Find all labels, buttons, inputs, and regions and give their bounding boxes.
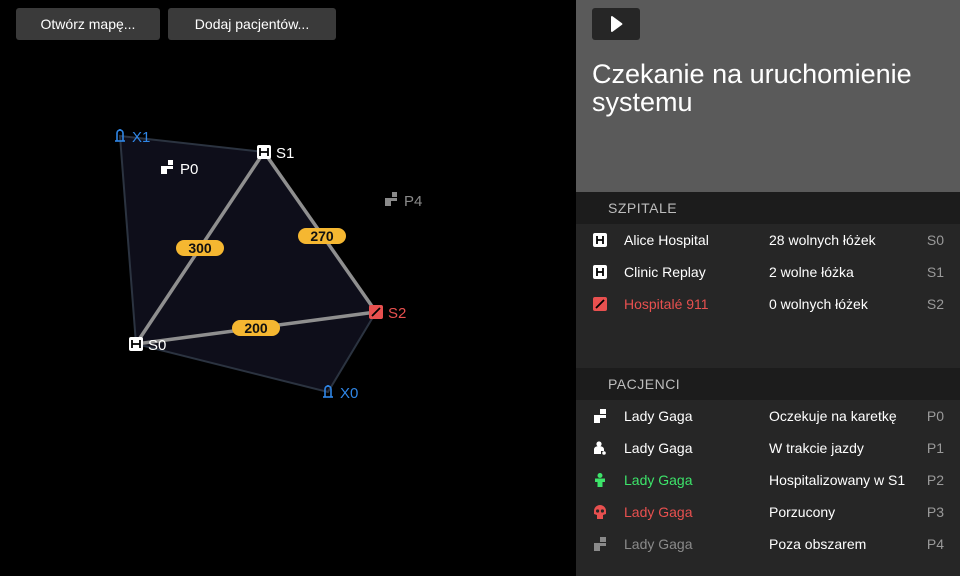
- map-canvas[interactable]: 300 270 200 X1 P0 S1 P4 S2 S0 X0: [0, 0, 576, 576]
- hospital-code: S1: [926, 264, 944, 280]
- patient-code: P0: [926, 408, 944, 424]
- svg-text:S0: S0: [148, 337, 166, 354]
- map-panel: 300 270 200 X1 P0 S1 P4 S2 S0 X0 Otwórz …: [0, 0, 576, 576]
- svg-text:X0: X0: [340, 385, 358, 402]
- svg-text:P0: P0: [180, 161, 198, 178]
- svg-text:200: 200: [244, 320, 268, 336]
- hospital-beds: 0 wolnych łóżek: [769, 296, 868, 312]
- patient-row-p2[interactable]: Lady Gaga Hospitalizowany w S1 P2: [576, 464, 960, 496]
- patient-row-p4[interactable]: Lady Gaga Poza obszarem P4: [576, 528, 960, 560]
- hospital-code: S0: [926, 232, 944, 248]
- patient-outside-icon: [594, 537, 606, 551]
- svg-text:270: 270: [310, 228, 334, 244]
- hospital-icon: [129, 337, 143, 351]
- patient-name: Lady Gaga: [624, 504, 693, 520]
- hospital-full-icon: [369, 305, 383, 319]
- patient-code: P4: [926, 536, 944, 552]
- patient-in-transit-icon: [594, 441, 606, 455]
- edge-weight-s0-s1: 300: [176, 240, 224, 256]
- patient-state: Porzucony: [769, 504, 836, 520]
- patient-row-p0[interactable]: Lady Gaga Oczekuje na karetkę P0: [576, 400, 960, 432]
- hospital-icon: [593, 265, 607, 279]
- side-panel: Czekanie na uruchomienie systemu SZPITAL…: [576, 0, 960, 576]
- hospital-node-s2[interactable]: S2: [369, 305, 406, 322]
- hospital-beds: 2 wolne łóżka: [769, 264, 854, 280]
- hospital-name: Clinic Replay: [624, 264, 706, 280]
- patient-code: P3: [926, 504, 944, 520]
- patient-waiting-icon: [594, 409, 606, 423]
- svg-text:P4: P4: [404, 193, 422, 210]
- patient-row-p1[interactable]: Lady Gaga W trakcie jazdy P1: [576, 432, 960, 464]
- edge-weight-s1-s2: 270: [298, 228, 346, 244]
- svg-text:X1: X1: [132, 129, 150, 146]
- hospital-node-s0[interactable]: S0: [129, 337, 166, 354]
- hospital-row-s0[interactable]: Alice Hospital 28 wolnych łóżek S0: [576, 224, 960, 256]
- patient-name: Lady Gaga: [624, 472, 693, 488]
- svg-text:S1: S1: [276, 145, 294, 162]
- hospital-name: Alice Hospital: [624, 232, 709, 248]
- patient-state: Poza obszarem: [769, 536, 867, 552]
- patients-header: PACJENCI: [576, 368, 960, 400]
- hospitals-header: SZPITALE: [576, 192, 960, 224]
- patient-name: Lady Gaga: [624, 536, 693, 552]
- status-title: Czekanie na uruchomienie systemu: [592, 59, 912, 117]
- hospital-code: S2: [926, 296, 944, 312]
- patient-code: P2: [926, 472, 944, 488]
- patient-state: W trakcie jazdy: [769, 440, 864, 456]
- patient-name: Lady Gaga: [624, 408, 693, 424]
- hospital-name: Hospitalé 911: [624, 296, 709, 312]
- svg-text:300: 300: [188, 240, 212, 256]
- hospital-beds: 28 wolnych łóżek: [769, 232, 876, 248]
- hospital-icon: [593, 233, 607, 247]
- patient-name: Lady Gaga: [624, 440, 693, 456]
- patient-state: Hospitalizowany w S1: [769, 472, 906, 488]
- hospital-icon: [257, 145, 271, 159]
- play-icon: [611, 16, 623, 32]
- patient-row-p3[interactable]: Lady Gaga Porzucony P3: [576, 496, 960, 528]
- patient-outside-icon: [385, 192, 397, 206]
- patient-state: Oczekuje na karetkę: [769, 408, 897, 424]
- patient-node-p4[interactable]: P4: [385, 192, 422, 210]
- play-button[interactable]: [592, 8, 640, 40]
- status-box: Czekanie na uruchomienie systemu: [576, 0, 960, 192]
- hospital-full-icon: [593, 297, 607, 311]
- hospital-row-s1[interactable]: Clinic Replay 2 wolne łóżka S1: [576, 256, 960, 288]
- svg-text:S2: S2: [388, 305, 406, 322]
- hospital-row-s2[interactable]: Hospitalé 911 0 wolnych łóżek S2: [576, 288, 960, 320]
- patient-code: P1: [926, 440, 944, 456]
- skull-icon: [594, 505, 606, 519]
- patient-hospitalized-icon: [595, 473, 605, 487]
- add-patients-button[interactable]: Dodaj pacjentów...: [168, 8, 336, 40]
- open-map-button[interactable]: Otwórz mapę...: [16, 8, 160, 40]
- edge-weight-s0-s2: 200: [232, 320, 280, 336]
